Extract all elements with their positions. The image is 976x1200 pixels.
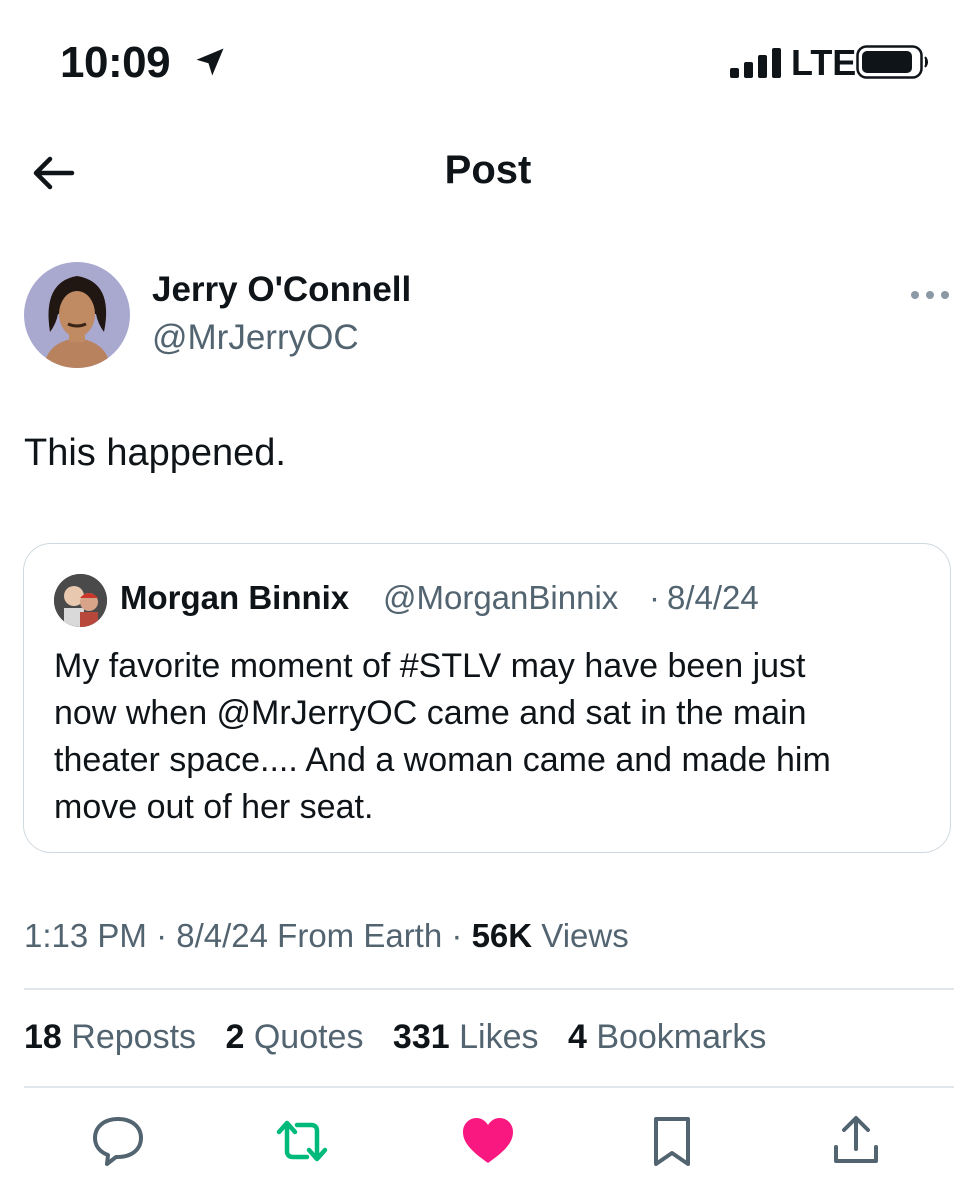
post-time: 1:13 PM	[24, 917, 147, 954]
quotes-stat[interactable]: 2 Quotes	[225, 1018, 363, 1056]
quote-text: My favorite moment of #STLV may have bee…	[54, 643, 934, 831]
location-arrow-icon	[196, 48, 224, 76]
likes-label: Likes	[459, 1018, 539, 1056]
bookmark-icon[interactable]	[644, 1113, 700, 1169]
page-title: Post	[444, 148, 532, 192]
bookmarks-count: 4	[567, 1018, 587, 1056]
post-source: From Earth	[277, 917, 443, 954]
avatar-image	[24, 262, 130, 368]
divider	[24, 1086, 954, 1088]
post-date: 8/4/24	[176, 917, 268, 954]
author-name[interactable]: Jerry O'Connell	[152, 270, 411, 310]
author-handle[interactable]: @MrJerryOC	[152, 318, 359, 358]
share-icon[interactable]	[828, 1113, 884, 1169]
more-options-icon[interactable]	[908, 285, 952, 305]
post-meta: 1:13 PM · 8/4/24 From Earth · 56K Views	[24, 917, 629, 955]
status-time: 10:09	[60, 38, 171, 87]
signal-bars-icon	[730, 48, 781, 78]
meta-separator: ·	[451, 917, 463, 954]
battery-icon	[856, 45, 928, 79]
quote-avatar-image	[54, 574, 107, 627]
author-avatar[interactable]	[24, 262, 130, 368]
quote-text-line: theater space.... And a woman came and m…	[54, 741, 831, 779]
reposts-stat[interactable]: 18 Reposts	[24, 1018, 196, 1056]
likes-count: 331	[392, 1018, 450, 1056]
quotes-count: 2	[225, 1018, 245, 1056]
meta-separator: ·	[156, 917, 168, 954]
divider	[24, 988, 954, 990]
repost-icon[interactable]	[274, 1113, 330, 1169]
quote-author-name[interactable]: Morgan Binnix	[120, 579, 349, 617]
views-label[interactable]: Views	[541, 917, 628, 954]
reposts-label: Reposts	[71, 1018, 197, 1056]
quote-author-handle[interactable]: @MorganBinnix	[383, 579, 618, 617]
quote-text-line: move out of her seat.	[54, 788, 374, 826]
reply-icon[interactable]	[90, 1113, 146, 1169]
quote-date: 8/4/24	[667, 579, 759, 616]
quote-separator: ·	[649, 579, 660, 616]
views-count[interactable]: 56K	[472, 917, 533, 954]
post-text: This happened.	[24, 432, 286, 474]
heart-icon[interactable]	[460, 1113, 516, 1169]
quote-text-line: My favorite moment of #STLV may have bee…	[54, 647, 806, 685]
quote-text-line: now when @MrJerryOC came and sat in the …	[54, 694, 807, 732]
quote-author-avatar[interactable]	[54, 574, 107, 627]
bookmarks-stat[interactable]: 4 Bookmarks	[568, 1018, 766, 1056]
quotes-label: Quotes	[253, 1018, 364, 1056]
reposts-count: 18	[24, 1018, 62, 1056]
post-stats: 18 Reposts 2 Quotes 331 Likes 4 Bookmark…	[24, 1018, 766, 1057]
likes-stat[interactable]: 331 Likes	[393, 1018, 539, 1056]
bookmarks-label: Bookmarks	[596, 1018, 767, 1056]
network-type: LTE	[791, 42, 857, 83]
